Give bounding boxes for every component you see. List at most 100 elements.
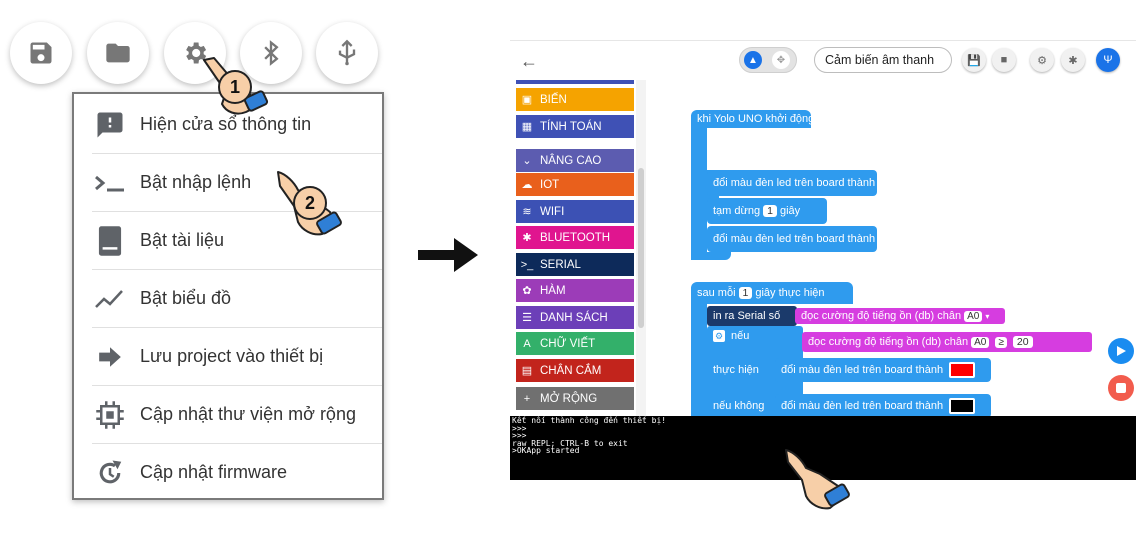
gear-icon: ⚙ (1037, 54, 1047, 67)
category-functions[interactable]: ✿ HÀM (516, 279, 634, 302)
threshold-input[interactable]: 20 (1012, 336, 1033, 348)
gear-icon[interactable]: ⚙ (713, 330, 725, 342)
category-math[interactable]: ▦ TÍNH TOÁN (516, 115, 634, 138)
block-led-2[interactable]: đổi màu đèn led trên board thành (707, 226, 886, 252)
calculator-icon: ▦ (521, 121, 533, 133)
wifi-icon: ≋ (522, 206, 532, 218)
arrow-right-icon (92, 339, 128, 375)
category-variables[interactable]: ▣ BIẾN (516, 88, 634, 111)
menu-item-label: Lưu project vào thiết bị (140, 346, 324, 366)
settings-button[interactable]: ⚙ (1030, 48, 1054, 72)
run-button[interactable] (1108, 338, 1134, 364)
block-led-3[interactable]: đổi màu đèn led trên board thành (775, 358, 991, 382)
block-serial-print[interactable]: in ra Serial số (707, 306, 797, 326)
plus-icon: + (523, 392, 531, 405)
step-badge-2: 2 (293, 186, 327, 220)
category-pins[interactable]: ▤ CHÂN CẮM (516, 359, 634, 382)
play-icon (1117, 346, 1126, 356)
stop-button[interactable] (1108, 375, 1134, 401)
block-led-1[interactable]: đổi màu đèn led trên board thành (707, 170, 886, 196)
pin-dropdown[interactable]: A0 (971, 336, 990, 348)
bluetooth-icon: ✱ (522, 232, 532, 244)
menu-item-label: Bật tài liệu (140, 230, 225, 250)
block-read-noise-1[interactable]: đọc cường độ tiếng ồn (db) chân A0 ▾ (795, 308, 1005, 324)
menu-item-update-firmware[interactable]: Cập nhật firmware (92, 444, 382, 501)
color-swatch[interactable] (949, 362, 976, 378)
folder-button[interactable] (87, 22, 149, 84)
palette-scrollbar[interactable] (636, 80, 646, 416)
pause-input[interactable]: 1 (763, 205, 777, 217)
list-icon: ☰ (522, 312, 532, 324)
bluetooth-button[interactable]: ✱ (1061, 48, 1085, 72)
variable-icon: ▣ (521, 94, 533, 106)
menu-item-chart[interactable]: Bật biểu đồ (92, 270, 382, 328)
refresh-icon (92, 455, 128, 491)
block-on-start[interactable]: khi Yolo UNO khởi động (691, 110, 814, 128)
menu-item-update-library[interactable]: Cập nhật thư viện mở rộng (92, 386, 382, 444)
block-read-noise-2[interactable]: đọc cường độ tiếng ồn (db) chân A0 (808, 336, 993, 348)
color-swatch[interactable] (949, 398, 976, 414)
category-lists[interactable]: ☰ DANH SÁCH (516, 306, 634, 329)
color-swatch[interactable] (881, 231, 886, 247)
mode-toggle[interactable]: ▲ ✥ (739, 47, 797, 73)
back-arrow-icon[interactable]: ← (520, 51, 538, 72)
category-top-strip (516, 80, 634, 84)
terminal-icon: >_ (520, 258, 534, 271)
arrow-right-icon (418, 234, 480, 281)
chart-icon (92, 281, 128, 317)
category-extensions[interactable]: + MỞ RỘNG (516, 387, 634, 410)
menu-item-save-to-device[interactable]: Lưu project vào thiết bị (92, 328, 382, 386)
app-topbar: ← ▲ ✥ Cảm biến âm thanh 💾 ■ ⚙ ✱ Ψ (510, 40, 1136, 81)
save-icon (30, 42, 52, 64)
bluetooth-icon: ✱ (1068, 54, 1078, 67)
step-badge-1: 1 (218, 70, 252, 104)
pin-icon: ▤ (521, 365, 533, 377)
folder-button[interactable]: ■ (992, 48, 1016, 72)
usb-button[interactable]: Ψ (1096, 48, 1120, 72)
pin-dropdown[interactable]: A0 (964, 310, 983, 322)
code-mode-icon[interactable]: ✥ (772, 51, 790, 69)
block-on-start-foot (691, 252, 731, 260)
block-pause[interactable]: tạm dừng 1 giây (707, 198, 827, 224)
save-button[interactable]: 💾 (962, 48, 986, 72)
blocks-mode-icon[interactable]: ▲ (744, 51, 762, 69)
chip-icon (92, 397, 128, 433)
save-icon: 💾 (967, 54, 981, 67)
color-swatch[interactable] (881, 175, 886, 191)
category-serial[interactable]: >_ SERIAL (516, 253, 634, 276)
folder-icon (106, 43, 130, 63)
category-palette: ▣ BIẾN ▦ TÍNH TOÁN ⌄ NÂNG CAO ☁ IOT ≋ WIFI ✱ B… (512, 80, 642, 416)
menu-item-label: Bật biểu đồ (140, 288, 232, 308)
category-iot[interactable]: ☁ IOT (516, 173, 634, 196)
dropdown-menu: Hiện cửa sổ thông tin Bật nhập lệnh Bật … (72, 92, 384, 500)
block-led-4[interactable]: đổi màu đèn led trên board thành (775, 394, 991, 418)
category-text[interactable]: A CHỮ VIẾT (516, 332, 634, 355)
terminal-icon (92, 165, 128, 201)
hand-pointer-icon (780, 444, 864, 519)
category-wifi[interactable]: ≋ WIFI (516, 200, 634, 223)
menu-item-label: Cập nhật thư viện mở rộng (140, 404, 356, 424)
scrollbar-thumb[interactable] (638, 168, 644, 328)
blocks-workspace[interactable]: khi Yolo UNO khởi động đổi màu đèn led t… (648, 80, 1136, 440)
else-label: nếu không (713, 400, 765, 412)
category-bluetooth[interactable]: ✱ BLUETOOTH (516, 226, 634, 249)
gear-icon: ✿ (522, 285, 532, 297)
usb-icon (338, 39, 356, 66)
block-every-interval[interactable]: sau mỗi 1 giây thực hiện (691, 282, 853, 304)
save-button[interactable] (10, 22, 72, 84)
document-icon (92, 223, 128, 259)
stop-icon (1116, 383, 1126, 393)
cloud-icon: ☁ (521, 179, 533, 191)
category-advanced[interactable]: ⌄ NÂNG CAO (516, 149, 634, 172)
usb-icon: Ψ (1103, 54, 1113, 66)
interval-input[interactable]: 1 (738, 287, 753, 299)
then-label: thực hiện (713, 364, 759, 376)
usb-button[interactable] (316, 22, 378, 84)
operator-dropdown[interactable]: ≥ (995, 336, 1007, 348)
chevron-down-icon: ▾ (985, 311, 990, 321)
project-name-field[interactable]: Cảm biến âm thanh (814, 47, 952, 73)
block-compare[interactable]: đọc cường độ tiếng ồn (db) chân A0 ≥ 20 (802, 332, 1092, 352)
menu-item-label: Cập nhật firmware (140, 462, 288, 482)
menu-item-label: Bật nhập lệnh (140, 172, 252, 192)
text-icon: A (523, 337, 531, 350)
